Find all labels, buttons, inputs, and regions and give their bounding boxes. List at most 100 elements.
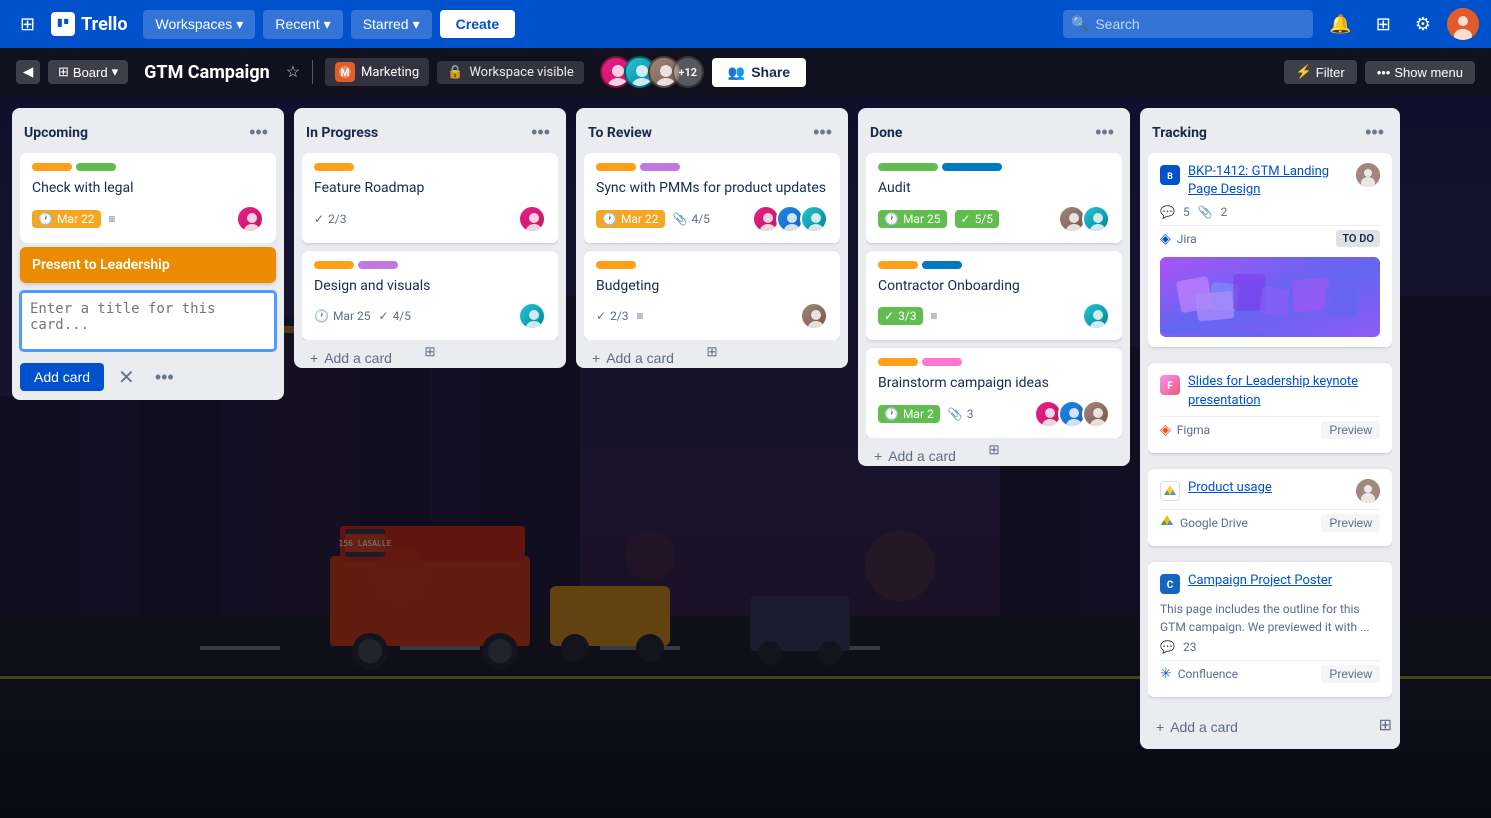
card-meta: 🕐 Mar 22 ≡: [32, 205, 264, 233]
workspace-badge[interactable]: M Marketing: [325, 58, 429, 86]
card-labels: [596, 163, 828, 171]
desc-icon: ≡: [637, 309, 644, 323]
tracking-card-campaign-poster[interactable]: C Campaign Project Poster This page incl…: [1148, 562, 1392, 697]
list-cards-done: Audit 🕐 Mar 25 ✓ 5/5: [866, 153, 1122, 438]
visibility-badge[interactable]: 🔒 Workspace visible: [437, 61, 584, 84]
check-icon: ✓: [314, 212, 324, 226]
card-labels: [314, 163, 546, 171]
card-labels: [596, 261, 828, 269]
card-budgeting[interactable]: Budgeting ✓ 2/3 ≡: [584, 251, 840, 341]
starred-button[interactable]: Starred ▾: [351, 10, 432, 39]
label-orange: [878, 358, 918, 366]
clock-icon: 🕐: [884, 407, 899, 421]
card-brainstorm[interactable]: Brainstorm campaign ideas 🕐 Mar 2 📎 3: [866, 348, 1122, 438]
add-card-template-button-in-progress[interactable]: ⊞: [302, 344, 558, 360]
preview-button-figma[interactable]: Preview: [1321, 421, 1380, 439]
star-button[interactable]: ☆: [286, 62, 300, 82]
list-title-done: Done: [870, 125, 902, 141]
member-count-badge[interactable]: +12: [672, 56, 704, 88]
card-avatar: [236, 205, 264, 233]
due-date-badge: 🕐 Mar 25: [314, 309, 371, 323]
tracking-card-title: Campaign Project Poster: [1188, 572, 1380, 590]
label-purple: [640, 163, 680, 171]
card-check-legal[interactable]: Check with legal 🕐 Mar 22 ≡: [20, 153, 276, 243]
new-card-area: Present to Leadership Add card ✕ •••: [20, 247, 276, 392]
grid-menu-button[interactable]: ⊞: [12, 10, 43, 39]
sidebar-toggle-button[interactable]: ◀: [16, 60, 40, 84]
add-card-button-tracking[interactable]: + Add a card: [1148, 713, 1379, 741]
card-avatar-2: [1082, 205, 1110, 233]
card-meta: 🕐 Mar 2 📎 3: [878, 400, 1110, 428]
add-card-more-button[interactable]: •••: [149, 365, 180, 390]
tracking-card-product-usage[interactable]: Product usage Google Drive Preview: [1148, 469, 1392, 546]
card-meta: 🕐 Mar 25 ✓ 4/5: [314, 302, 546, 330]
add-card-template-button-to-review[interactable]: ⊞: [584, 344, 840, 360]
tracking-card-image: [1160, 257, 1380, 337]
show-menu-button[interactable]: ••• Show menu: [1365, 61, 1475, 84]
list-header-upcoming: Upcoming •••: [20, 116, 276, 153]
dots-icon: •••: [1377, 65, 1391, 80]
svg-text:F: F: [1167, 381, 1173, 392]
list-title-in-progress: In Progress: [306, 125, 378, 141]
checklist-badge: ✓ 3/3: [878, 307, 923, 325]
tracking-card-bkp1412[interactable]: B BKP-1412: GTM Landing Page Design 💬 5 …: [1148, 153, 1392, 347]
list-menu-tracking[interactable]: •••: [1361, 120, 1388, 145]
apps-button[interactable]: ⊞: [1368, 10, 1399, 39]
settings-button[interactable]: ⚙: [1407, 10, 1439, 39]
attachment-badge: 📎 3: [948, 407, 974, 421]
board-view-button[interactable]: ⊞ Board ▾: [48, 60, 128, 84]
add-card-submit-button[interactable]: Add card: [20, 363, 104, 391]
status-badge: TO DO: [1336, 230, 1380, 247]
board-header: ◀ ⊞ Board ▾ GTM Campaign ☆ M Marketing 🔒…: [0, 48, 1491, 96]
card-contractor-onboarding[interactable]: Contractor Onboarding ✓ 3/3 ≡: [866, 251, 1122, 341]
filter-icon: ⚡: [1296, 64, 1312, 80]
workspace-icon: M: [335, 62, 355, 82]
card-avatars: [518, 302, 546, 330]
card-audit[interactable]: Audit 🕐 Mar 25 ✓ 5/5: [866, 153, 1122, 243]
tracking-card-slides[interactable]: F Slides for Leadership keynote presenta…: [1148, 363, 1392, 452]
card-labels: [314, 261, 546, 269]
jira-source-icon: ◈: [1160, 231, 1171, 247]
preview-button-gdrive[interactable]: Preview: [1321, 514, 1380, 532]
label-pink: [922, 358, 962, 366]
create-button[interactable]: Create: [440, 10, 516, 38]
card-sync-pmms[interactable]: Sync with PMMs for product updates 🕐 Mar…: [584, 153, 840, 243]
list-header-to-review: To Review •••: [584, 116, 840, 153]
list-title-upcoming: Upcoming: [24, 125, 88, 141]
share-button[interactable]: 👥 Share: [712, 58, 806, 87]
clock-icon: 🕐: [602, 212, 617, 226]
card-avatar: [518, 205, 546, 233]
tracking-source-figma: ◈ Figma Preview: [1160, 416, 1380, 443]
card-feature-roadmap[interactable]: Feature Roadmap ✓ 2/3: [302, 153, 558, 243]
card-title-input[interactable]: [20, 291, 276, 351]
trello-logo[interactable]: Trello: [51, 12, 127, 36]
recent-button[interactable]: Recent ▾: [263, 10, 342, 39]
add-card-template-tracking[interactable]: ⊞: [1379, 715, 1392, 735]
gdrive-source-icon: [1160, 514, 1174, 532]
list-menu-in-progress[interactable]: •••: [527, 120, 554, 145]
board-title: GTM Campaign: [144, 62, 270, 83]
add-card-cancel-button[interactable]: ✕: [112, 363, 141, 392]
card-design-visuals[interactable]: Design and visuals 🕐 Mar 25 ✓ 4/5: [302, 251, 558, 341]
workspaces-button[interactable]: Workspaces ▾: [143, 10, 255, 39]
tracking-avatar: [1356, 479, 1380, 503]
card-title: Brainstorm campaign ideas: [878, 374, 1110, 394]
label-green: [76, 163, 116, 171]
list-done: Done ••• Audit 🕐 Mar 25: [858, 108, 1130, 466]
search-input[interactable]: [1063, 10, 1313, 38]
checklist-badge: ✓ 5/5: [955, 210, 1000, 228]
card-avatar-3: [800, 205, 828, 233]
tracking-card-meta: 💬 5 📎 2: [1160, 205, 1380, 219]
filter-button[interactable]: ⚡ Filter: [1284, 60, 1357, 84]
add-card-template-button-done[interactable]: ⊞: [866, 442, 1122, 458]
list-menu-done[interactable]: •••: [1091, 120, 1118, 145]
list-menu-to-review[interactable]: •••: [809, 120, 836, 145]
notifications-button[interactable]: 🔔: [1321, 10, 1359, 39]
preview-button-confluence[interactable]: Preview: [1321, 665, 1380, 683]
checklist-badge: ✓ 2/3: [314, 212, 347, 226]
user-avatar[interactable]: [1447, 8, 1479, 40]
comment-icon: 💬: [1160, 640, 1175, 654]
present-leadership-card[interactable]: Present to Leadership: [20, 247, 276, 283]
list-menu-upcoming[interactable]: •••: [245, 120, 272, 145]
svg-text:B: B: [1167, 172, 1173, 182]
